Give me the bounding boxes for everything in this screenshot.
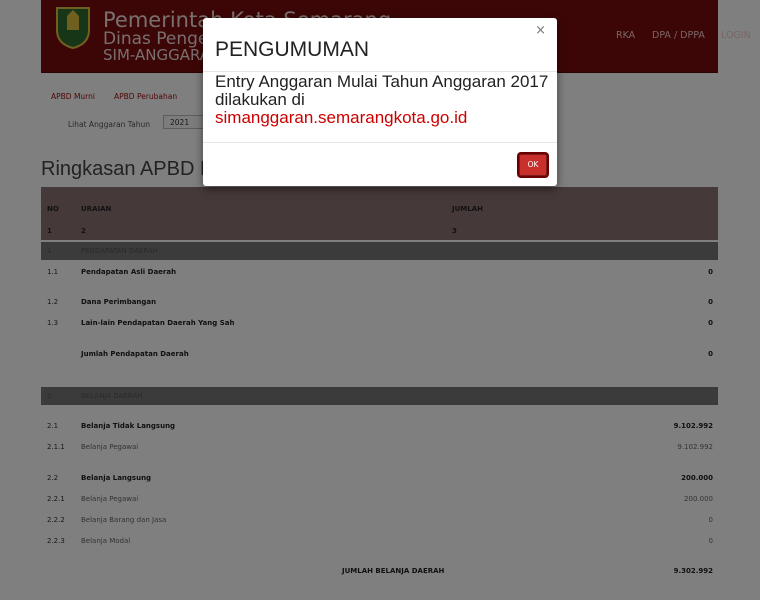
- modal-link[interactable]: simanggaran.semarangkota.go.id: [215, 108, 467, 127]
- modal-body: Entry Anggaran Mulai Tahun Anggaran 2017…: [215, 73, 555, 127]
- close-icon[interactable]: ×: [535, 23, 546, 38]
- modal-title: PENGUMUMAN: [215, 38, 370, 61]
- page: Pemerintah Kota Semarang Dinas Pengelola…: [0, 0, 760, 600]
- modal-divider: [203, 142, 557, 143]
- modal-message: Entry Anggaran Mulai Tahun Anggaran 2017…: [215, 72, 549, 109]
- announcement-modal: PENGUMUMAN × Entry Anggaran Mulai Tahun …: [203, 18, 557, 186]
- ok-button[interactable]: OK: [519, 154, 547, 176]
